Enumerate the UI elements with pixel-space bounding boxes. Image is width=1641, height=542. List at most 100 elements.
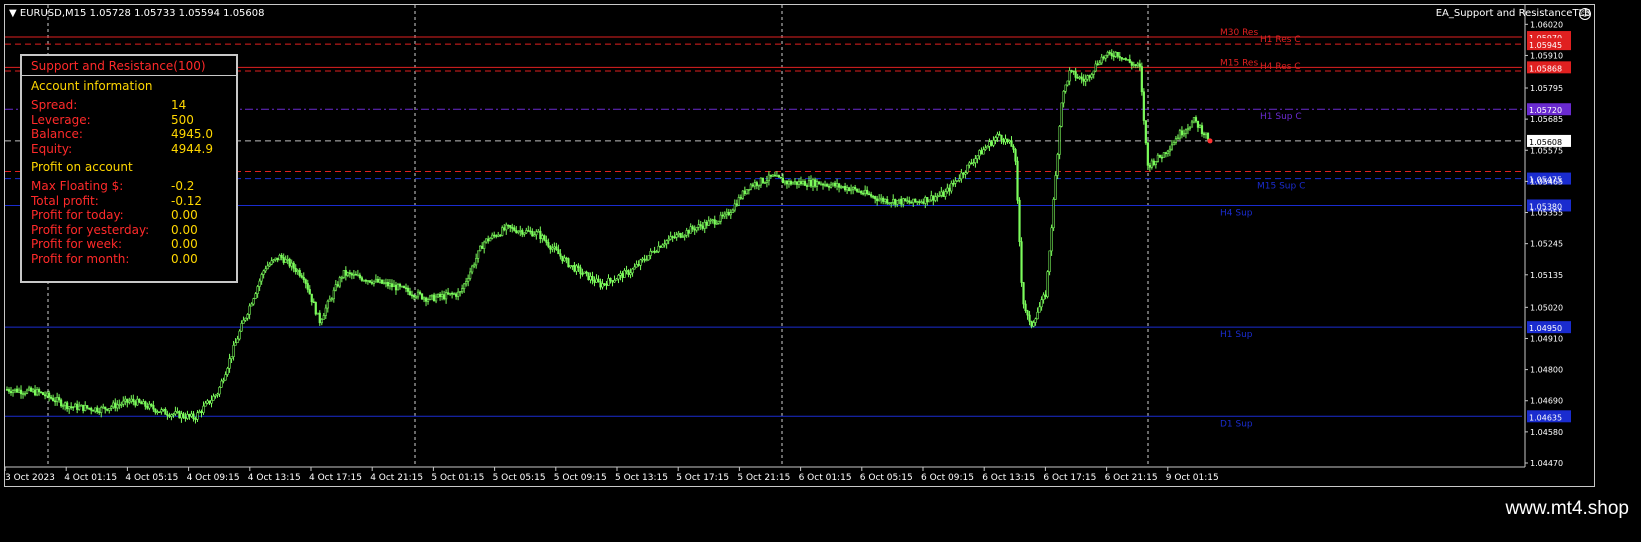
profit-value: -0.2 — [171, 179, 195, 193]
candle-body — [583, 271, 586, 274]
candle-body — [1028, 314, 1031, 322]
candle-body — [21, 393, 25, 395]
candle-body — [709, 219, 712, 222]
candle-body — [653, 250, 656, 253]
candle-body — [835, 183, 839, 187]
candle-body — [771, 174, 775, 177]
candle-body — [767, 174, 770, 182]
candle-body — [178, 411, 181, 419]
candle-body — [705, 221, 708, 226]
candle-body — [1012, 146, 1015, 150]
candle-body — [908, 200, 911, 203]
candle-body — [60, 399, 63, 407]
candle-body — [404, 287, 408, 290]
candle-body — [108, 407, 111, 411]
candle-body — [366, 280, 370, 282]
candle-body — [172, 413, 175, 416]
candle-body — [876, 198, 879, 202]
candle-body — [841, 185, 845, 188]
candle-body — [302, 277, 305, 280]
candle-body — [617, 275, 620, 280]
candle-body — [597, 278, 600, 282]
candle-body — [1116, 51, 1119, 57]
candle-body — [569, 265, 572, 268]
time-tick-label: 6 Oct 21:15 — [1105, 473, 1158, 483]
candle-body — [904, 198, 907, 202]
candle-body — [1056, 154, 1059, 176]
candle-body — [609, 277, 612, 281]
candle-body — [96, 407, 99, 412]
candle-body — [675, 234, 678, 238]
candle-body — [416, 291, 420, 298]
candle-body — [992, 139, 995, 146]
candle-body — [589, 275, 592, 281]
candle-body — [950, 183, 953, 192]
candle-body — [735, 203, 738, 206]
candle-body — [310, 293, 313, 303]
candle-body — [924, 196, 927, 204]
candle-body — [390, 283, 394, 288]
watermark-text: www.mt4.shop — [1505, 498, 1629, 519]
candle-body — [1074, 71, 1077, 78]
candle-body — [954, 180, 957, 184]
time-tick-label: 5 Oct 21:15 — [737, 473, 790, 483]
candle-body — [27, 387, 31, 391]
candle-body — [667, 238, 670, 241]
candle-body — [910, 202, 913, 204]
candle-body — [988, 141, 991, 147]
candle-body — [513, 227, 516, 231]
candle-body — [635, 264, 638, 268]
price-tick-label: 1.05355 — [1530, 209, 1563, 218]
price-tick-label: 1.04800 — [1530, 366, 1563, 375]
candle-body — [819, 183, 823, 186]
candle-body — [809, 179, 813, 187]
candle-body — [318, 312, 321, 324]
account-label: Equity: — [31, 141, 73, 156]
candle-body — [1080, 76, 1083, 80]
candle-body — [619, 273, 622, 276]
candle-body — [386, 282, 390, 287]
candle-body — [723, 213, 726, 217]
account-value: 4944.9 — [171, 141, 213, 156]
candle-body — [330, 298, 333, 301]
candle-body — [1142, 91, 1145, 121]
candle-body — [517, 230, 520, 233]
candle-body — [244, 317, 247, 321]
price-chart[interactable]: M30 Res1.05970H1 Res C1.05945M15 Res1.05… — [5, 5, 1595, 487]
candle-body — [878, 198, 881, 202]
candle-body — [615, 278, 618, 281]
candle-body — [823, 184, 827, 186]
candle-body — [192, 413, 195, 419]
candle-body — [773, 174, 777, 177]
candle-body — [831, 182, 835, 186]
price-tick-label: 1.05020 — [1530, 303, 1563, 312]
candle-body — [1010, 140, 1013, 147]
candle-body — [970, 162, 973, 165]
candle-body — [725, 211, 728, 215]
candle-body — [854, 187, 857, 190]
candle-body — [328, 298, 331, 302]
candle-body — [1182, 132, 1186, 136]
candle-body — [80, 404, 83, 407]
candle-body — [587, 272, 590, 281]
candle-body — [422, 297, 426, 300]
candle-body — [717, 220, 720, 224]
candle-body — [515, 230, 518, 233]
candle-body — [996, 133, 999, 138]
candle-body — [226, 368, 229, 375]
candle-body — [194, 418, 197, 420]
candle-body — [146, 406, 149, 409]
candle-body — [639, 259, 642, 266]
candle-body — [342, 270, 345, 278]
chart-window[interactable]: M30 Res1.05970H1 Res C1.05945M15 Res1.05… — [4, 4, 1595, 487]
dropdown-triangle-icon[interactable]: ▼ — [9, 8, 17, 19]
candle-body — [507, 224, 510, 227]
candle-body — [581, 273, 584, 275]
candle-body — [483, 241, 486, 249]
candle-body — [1162, 152, 1165, 158]
candle-body — [158, 411, 161, 413]
account-row: Leverage: 500 — [31, 113, 231, 128]
candle-body — [866, 189, 869, 195]
candle-body — [557, 249, 560, 255]
candle-body — [948, 187, 951, 192]
